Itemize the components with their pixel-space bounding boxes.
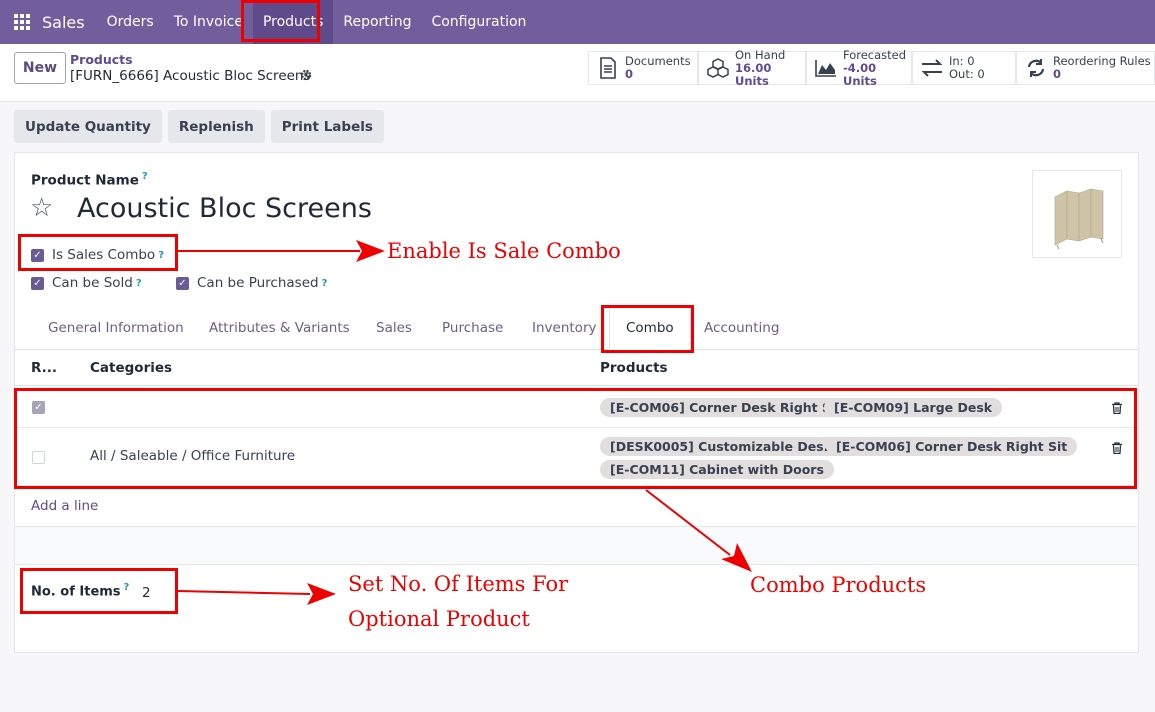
annotation-arrows — [177, 240, 752, 605]
annotation-combo-products: Combo Products — [750, 573, 927, 597]
annotation-set-items-line1: Set No. Of Items For — [348, 572, 569, 596]
annotation-set-items-line2: Optional Product — [348, 607, 530, 631]
annotation-enable-combo: Enable Is Sale Combo — [387, 239, 621, 263]
